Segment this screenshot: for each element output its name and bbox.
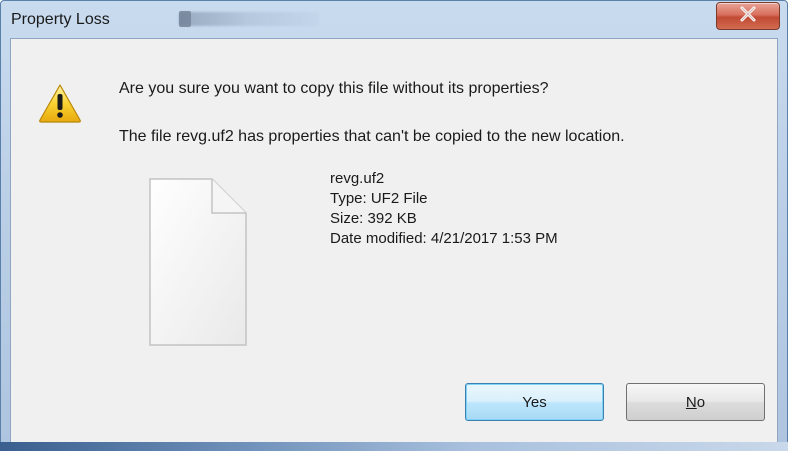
dialog-explanation: The file revg.uf2 has properties that ca… bbox=[119, 128, 625, 145]
dialog-window: Property Loss Are you sure you want to c… bbox=[0, 0, 788, 451]
close-icon bbox=[739, 6, 757, 27]
file-name: revg.uf2 bbox=[330, 170, 385, 187]
no-button[interactable]: No bbox=[626, 383, 765, 421]
blurred-background-title bbox=[179, 12, 319, 26]
file-type: Type: UF2 File bbox=[330, 190, 428, 207]
no-button-label-rest: o bbox=[696, 393, 706, 411]
file-size: Size: 392 KB bbox=[330, 210, 417, 227]
file-date-modified: Date modified: 4/21/2017 1:53 PM bbox=[330, 230, 558, 247]
file-details: revg.uf2 Type: UF2 File Size: 392 KB Dat… bbox=[330, 169, 558, 249]
no-button-mnemonic: N bbox=[685, 393, 697, 411]
window-title: Property Loss bbox=[11, 11, 110, 28]
taskbar-edge bbox=[0, 442, 788, 451]
file-icon bbox=[148, 177, 248, 352]
dialog-content: Are you sure you want to copy this file … bbox=[10, 38, 778, 443]
warning-icon bbox=[38, 83, 82, 128]
dialog-question: Are you sure you want to copy this file … bbox=[119, 80, 549, 97]
yes-button[interactable]: Yes bbox=[465, 383, 604, 421]
close-button[interactable] bbox=[716, 2, 780, 30]
title-bar[interactable]: Property Loss bbox=[1, 1, 787, 39]
